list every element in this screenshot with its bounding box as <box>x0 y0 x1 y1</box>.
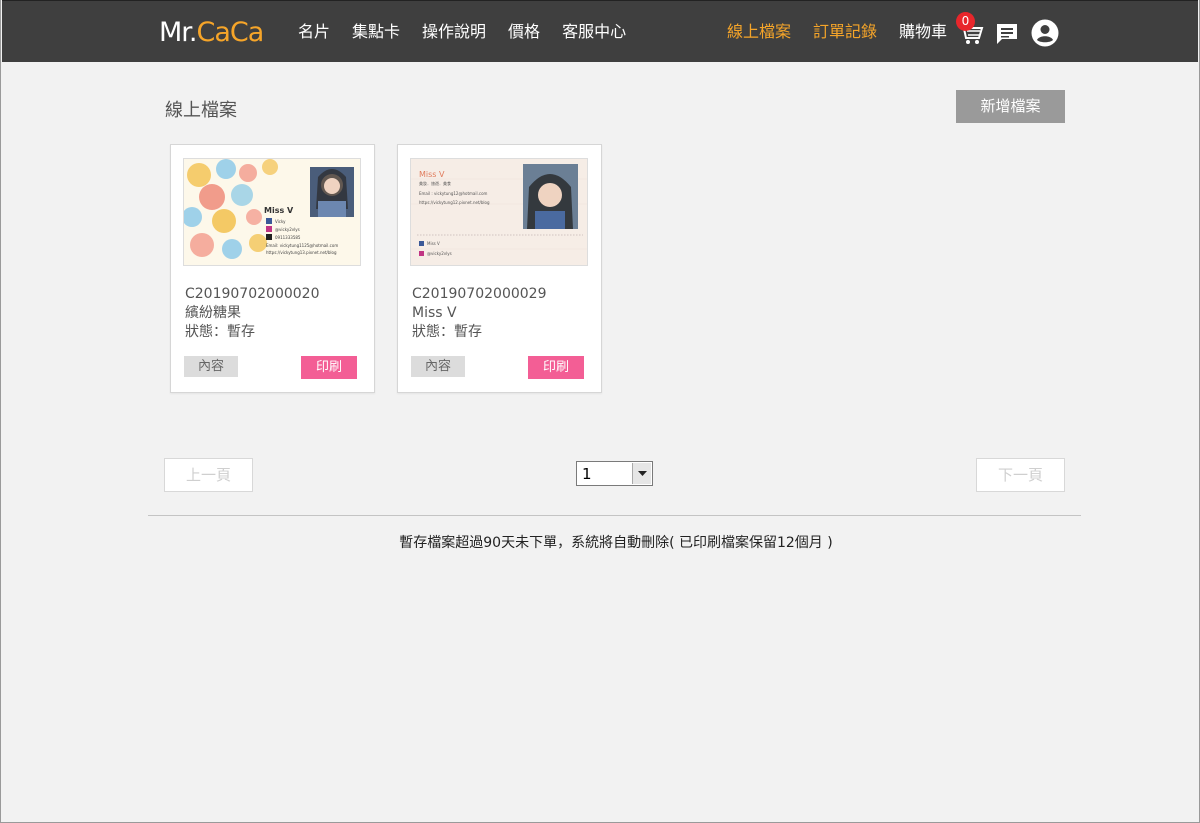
message-icon[interactable] <box>995 23 1019 45</box>
nav-instructions[interactable]: 操作說明 <box>422 21 486 43</box>
svg-text:@vicky2vlys: @vicky2vlys <box>275 227 300 232</box>
file-card: Miss V Vicky @vicky2vlys 0911333585 Emai… <box>170 144 375 393</box>
nav-order-history[interactable]: 訂單記錄 <box>813 21 877 43</box>
card-preview-thumbnail[interactable]: Miss V 美妝．旅遊．美食 Email : vickytung12@hotm… <box>410 158 588 266</box>
svg-text:Miss V: Miss V <box>264 206 294 215</box>
new-file-button[interactable]: 新增檔案 <box>956 90 1065 123</box>
prev-page-button[interactable]: 上一頁 <box>164 458 253 492</box>
content-button[interactable]: 內容 <box>184 356 238 377</box>
chevron-down-icon[interactable] <box>632 463 651 484</box>
file-card: Miss V 美妝．旅遊．美食 Email : vickytung12@hotm… <box>397 144 602 393</box>
svg-text:Email : vickytung12@hotmail.co: Email : vickytung12@hotmail.com <box>419 191 488 196</box>
svg-text:Vicky: Vicky <box>275 219 286 224</box>
retention-notice: 暫存檔案超過90天未下單，系統將自動刪除( 已印刷檔案保留12個月 ) <box>399 535 833 551</box>
svg-text:美妝．旅遊．美食: 美妝．旅遊．美食 <box>419 180 451 186</box>
nav-customer-service[interactable]: 客服中心 <box>562 21 626 43</box>
card-name: 繽紛糖果 <box>185 305 241 321</box>
card-status: 狀態：暫存 <box>412 324 482 340</box>
nav-online-files[interactable]: 線上檔案 <box>727 21 791 43</box>
print-button[interactable]: 印刷 <box>528 356 584 379</box>
divider <box>148 515 1081 516</box>
nav-pricing[interactable]: 價格 <box>508 21 540 43</box>
content-button[interactable]: 內容 <box>411 356 465 377</box>
nav-cart[interactable]: 購物車 <box>899 21 947 43</box>
card-code: C20190702000029 <box>412 286 547 302</box>
site-logo[interactable]: Mr.CaCa <box>159 17 265 49</box>
card-code: C20190702000020 <box>185 286 320 302</box>
logo-mr-text: Mr. <box>159 17 197 48</box>
card-preview-thumbnail[interactable]: Miss V Vicky @vicky2vlys 0911333585 Emai… <box>183 158 361 266</box>
svg-text:0911333585: 0911333585 <box>275 235 301 240</box>
svg-text:https://vickytung12.pixnet.net: https://vickytung12.pixnet.net/blog <box>419 200 490 205</box>
svg-text:Miss V: Miss V <box>427 241 440 246</box>
logo-caca-text: CaCa <box>196 17 265 48</box>
account-icon[interactable] <box>1031 19 1059 47</box>
account-nav: 線上檔案 訂單記錄 購物車 <box>727 21 969 43</box>
next-page-button[interactable]: 下一頁 <box>976 458 1065 492</box>
svg-text:Miss V: Miss V <box>419 170 445 179</box>
main-nav: 名片 集點卡 操作說明 價格 客服中心 <box>298 21 648 43</box>
page-select[interactable]: 1 <box>576 461 653 486</box>
svg-text:Email: vickytung1125@hotmail.c: Email: vickytung1125@hotmail.com <box>266 243 338 248</box>
cart-count-badge: 0 <box>956 12 975 31</box>
print-button[interactable]: 印刷 <box>301 356 357 379</box>
top-nav-bar: Mr.CaCa 名片 集點卡 操作說明 價格 客服中心 線上檔案 訂單記錄 購物… <box>2 0 1198 62</box>
svg-text:https://vickytung13.pixnet.net: https://vickytung13.pixnet.net/blog <box>266 250 337 255</box>
nav-business-card[interactable]: 名片 <box>298 21 330 43</box>
page-select-value: 1 <box>582 465 592 483</box>
card-status: 狀態：暫存 <box>185 324 255 340</box>
page-title: 線上檔案 <box>165 100 237 121</box>
card-name: Miss V <box>412 305 457 321</box>
svg-text:@vicky2vlys: @vicky2vlys <box>427 251 452 256</box>
browser-frame: Mr.CaCa 名片 集點卡 操作說明 價格 客服中心 線上檔案 訂單記錄 購物… <box>0 0 1200 823</box>
nav-stamp-card[interactable]: 集點卡 <box>352 21 400 43</box>
